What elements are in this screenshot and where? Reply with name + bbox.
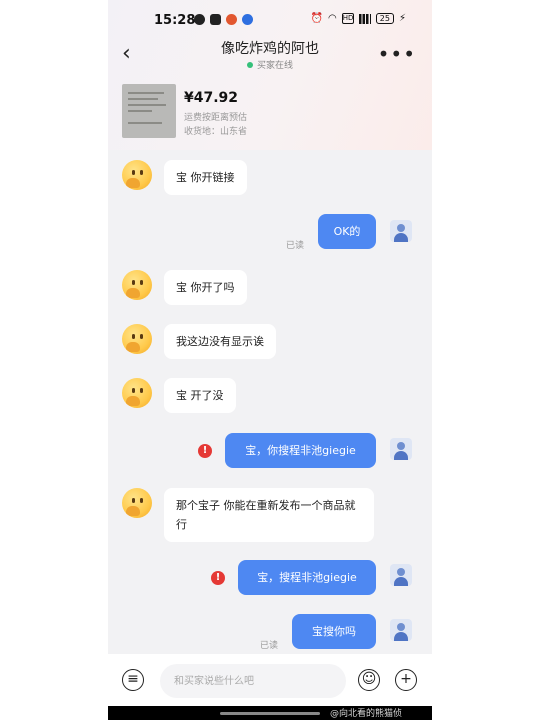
system-icons: ⏰ ◠ HD 25 ⚡ [311,13,406,24]
chat-screen: 15:28 ⏰ ◠ HD 25 ⚡ ‹ 像吃炸鸡的阿也 买家在线 ••• ¥47… [108,0,432,720]
alarm-icon: ⏰ [310,13,324,24]
message-input[interactable] [160,664,346,698]
charging-icon: ⚡ [398,13,406,24]
status-bar: 15:28 ⏰ ◠ HD 25 ⚡ [108,0,432,36]
wechat-icon [194,14,205,25]
message-bubble-outgoing: 宝搜你吗 [292,614,376,649]
input-bar: ≡ ☺ + [108,654,432,706]
signal-icon [358,13,371,24]
ship-from: 收货地：山东省 [184,127,248,137]
message-bubble-incoming: 宝 你开链接 [164,160,247,195]
hd-icon: HD [341,13,354,24]
home-indicator[interactable] [220,712,320,715]
message-bubble-incoming: 我这边没有显示诶 [164,324,276,359]
message-bubble-outgoing: OK的 [318,214,376,249]
message-bubble-outgoing: 宝，你搜程非池giegie [225,433,376,468]
wifi-icon: ◠ [328,13,337,24]
message-bubble-incoming: 宝 开了没 [164,378,236,413]
watermark: @向北看的熊猫侦 [330,709,403,719]
read-receipt: 已读 [260,641,279,651]
buyer-avatar[interactable] [122,378,152,408]
status-time: 15:28 [154,13,196,28]
my-avatar[interactable] [390,564,412,586]
app-icon [242,14,253,25]
message-icon [210,14,221,25]
message-bubble-incoming: 宝 你开了吗 [164,270,247,305]
weibo-icon [226,14,237,25]
read-receipt: 已读 [286,241,305,251]
my-avatar[interactable] [390,438,412,460]
online-status-label: 买家在线 [256,61,293,71]
contact-name: 像吃炸鸡的阿也 [221,41,319,57]
menu-circle-icon[interactable]: ≡ [122,669,144,691]
online-dot [246,61,253,68]
error-icon[interactable]: ! [211,571,225,585]
my-avatar[interactable] [390,220,412,242]
thumb-line [128,122,162,124]
shipping-note: 运费按距离预估 [184,113,248,123]
thumb-line [128,98,158,100]
product-price: ¥47.92 [184,90,239,106]
buyer-avatar[interactable] [122,488,152,518]
chevron-left-icon[interactable]: ‹ [122,43,131,65]
my-avatar[interactable] [390,619,412,641]
plus-circle-icon[interactable]: + [395,669,417,691]
error-icon[interactable]: ! [198,444,212,458]
online-status: 买家在线 [170,58,370,71]
buyer-avatar[interactable] [122,324,152,354]
thumb-line [128,92,164,94]
message-bubble-incoming: 那个宝子 你能在重新发布一个商品就行 [164,488,374,542]
more-dots-icon[interactable]: ••• [378,42,416,66]
buyer-avatar[interactable] [122,160,152,190]
thumb-line [128,104,166,106]
thumb-line [128,110,152,112]
buyer-avatar[interactable] [122,270,152,300]
product-thumbnail[interactable] [122,84,176,138]
notification-icons [194,14,253,25]
battery-icon: 25 [375,13,394,24]
message-bubble-outgoing: 宝，搜程非池giegie [238,560,376,595]
smile-icon[interactable]: ☺ [358,669,380,691]
